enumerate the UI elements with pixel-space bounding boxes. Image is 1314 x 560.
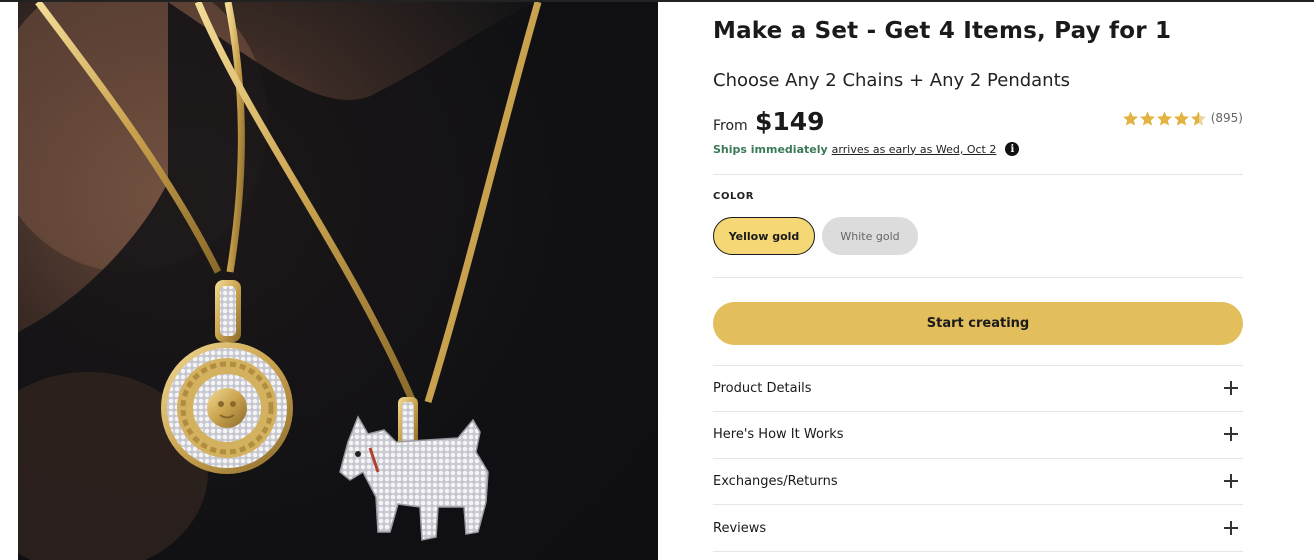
accordion-label: Here's How It Works — [713, 426, 844, 442]
accordion-label: Exchanges/Returns — [713, 473, 838, 489]
product-title: Make a Set - Get 4 Items, Pay for 1 — [713, 18, 1172, 44]
price-row: From $149 (895) — [713, 106, 1243, 140]
half-star-icon — [1190, 110, 1206, 126]
start-creating-button[interactable]: Start creating — [713, 302, 1243, 345]
product-image[interactable] — [18, 2, 658, 560]
divider — [713, 277, 1243, 278]
shipping-status: Ships immediately — [713, 142, 828, 156]
divider — [713, 174, 1243, 175]
accordion-exchanges-returns[interactable]: Exchanges/Returns — [713, 458, 1243, 504]
star-icon — [1122, 110, 1138, 126]
color-label: COLOR — [713, 191, 755, 202]
review-count: (895) — [1210, 111, 1243, 125]
rating-summary[interactable]: (895) — [1122, 108, 1243, 128]
product-price: $149 — [755, 107, 825, 136]
product-photo — [18, 2, 658, 560]
price-prefix: From — [713, 118, 748, 134]
divider — [713, 551, 1243, 552]
plus-icon — [1224, 474, 1238, 488]
accordion-reviews[interactable]: Reviews — [713, 505, 1243, 551]
accordion-how-it-works[interactable]: Here's How It Works — [713, 411, 1243, 457]
product-subtitle: Choose Any 2 Chains + Any 2 Pendants — [713, 70, 1071, 91]
star-icon — [1173, 110, 1189, 126]
plus-icon — [1224, 521, 1238, 535]
accordion-label: Product Details — [713, 380, 812, 396]
star-rating — [1122, 110, 1207, 127]
shipping-info: Ships immediately arrives as early as We… — [713, 142, 1020, 156]
accordion-label: Reviews — [713, 520, 767, 536]
color-option-yellow-gold[interactable]: Yellow gold — [713, 217, 815, 255]
info-icon[interactable]: i — [1005, 142, 1020, 156]
color-option-white-gold[interactable]: White gold — [822, 217, 918, 255]
star-icon — [1139, 110, 1155, 126]
delivery-estimate-link[interactable]: arrives as early as Wed, Oct 2 — [832, 143, 997, 156]
accordion-product-details[interactable]: Product Details — [713, 365, 1243, 411]
plus-icon — [1224, 381, 1238, 395]
star-icon — [1156, 110, 1172, 126]
product-info-panel: Make a Set - Get 4 Items, Pay for 1 Choo… — [713, 0, 1243, 560]
plus-icon — [1224, 427, 1238, 441]
